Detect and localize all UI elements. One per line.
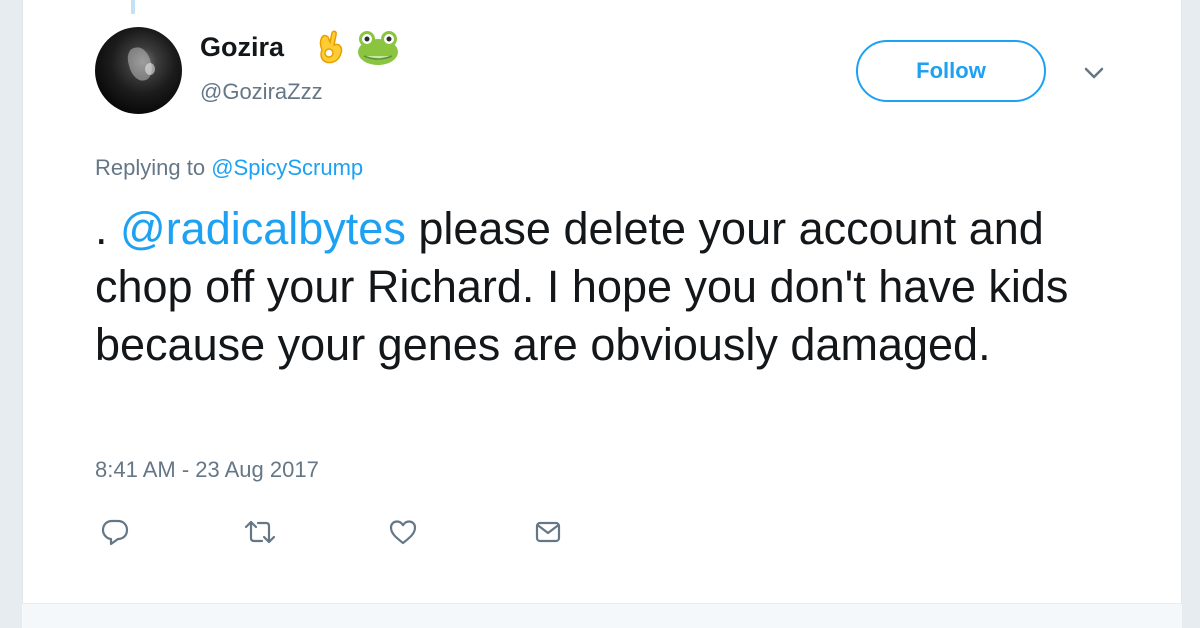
reply-context-prefix: Replying to (95, 155, 206, 180)
like-button[interactable] (386, 515, 420, 549)
page-background-left (0, 0, 22, 628)
thread-connector-line (131, 0, 135, 14)
reply-area-strip (22, 603, 1182, 628)
reply-context: Replying to @SpicyScrump (95, 155, 363, 181)
chevron-down-icon[interactable] (1082, 63, 1106, 83)
ok-hand-emoji (319, 30, 343, 64)
avatar[interactable] (95, 27, 182, 114)
display-name[interactable]: Gozira (200, 32, 284, 63)
reply-icon (101, 519, 129, 546)
tweet-timestamp[interactable]: 8:41 AM - 23 Aug 2017 (95, 457, 319, 483)
follow-button[interactable]: Follow (856, 40, 1046, 102)
tweet-mention[interactable]: @radicalbytes (120, 203, 406, 254)
frog-emoji (358, 31, 398, 65)
reply-button[interactable] (98, 515, 132, 549)
retweet-button[interactable] (243, 515, 277, 549)
direct-message-icon (535, 521, 561, 543)
user-handle[interactable]: @GoziraZzz (200, 79, 323, 105)
direct-message-button[interactable] (531, 515, 565, 549)
like-icon (389, 520, 417, 545)
retweet-icon (244, 520, 276, 544)
tweet-lead: . (95, 203, 121, 254)
page-background-right (1182, 0, 1200, 628)
reply-context-mention[interactable]: @SpicyScrump (211, 155, 363, 180)
tweet-text: . @radicalbytes please delete your accou… (95, 200, 1105, 374)
